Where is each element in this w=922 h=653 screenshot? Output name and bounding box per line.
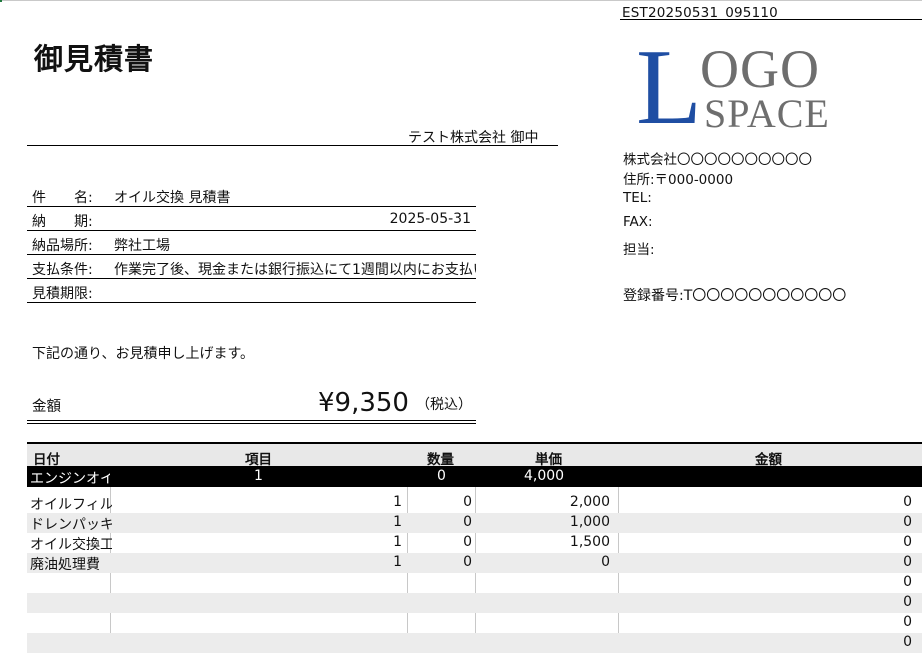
selection-corner [0,0,2,2]
cell-qty[interactable]: 1 [393,554,402,570]
amount-value: ¥9,350 [318,388,409,418]
estimate-number-underline [620,19,922,20]
place-row: 納品場所: 弊社工場 [27,234,476,255]
validity-label: 見積期限: [32,286,93,302]
header-date: 日付 [33,452,60,468]
cell-price[interactable]: 1,500 [570,534,610,550]
table-row[interactable]: 廃油処理費 1 0 0 0 [27,553,922,573]
due-label: 納 期: [32,214,93,230]
table-row[interactable]: 0 [27,573,922,593]
logo-text-space: SPACE [704,91,830,136]
company-staff: 担当: [623,242,655,258]
place-value: 弊社工場 [114,238,170,254]
cell-amount[interactable]: 0 [903,634,912,650]
cell-item[interactable]: オイルフィルター [30,494,112,514]
company-address: 住所:〒000-0000 [623,172,734,188]
cell-price[interactable]: 1,000 [570,514,610,530]
company-name: 株式会社〇〇〇〇〇〇〇〇〇〇 [623,152,812,168]
cell-qty[interactable]: 1 [393,514,402,530]
cell-qty[interactable]: 1 [393,534,402,550]
cell-unit2[interactable]: 0 [463,534,472,550]
cell-item[interactable]: エンジンオイル [30,468,110,488]
amount-label: 金額 [32,399,61,415]
company-logo: L OGO SPACE [636,34,846,142]
logo-text-ogo: OGO [700,39,820,99]
header-qty: 数量 [427,452,454,468]
cell-amount[interactable]: 0 [903,514,912,530]
logo-letter-l: L [636,28,702,147]
header-item: 項目 [245,452,272,468]
cell-item[interactable]: ドレンパッキン [30,514,112,534]
cell-price[interactable]: 2,000 [570,494,610,510]
client-name: テスト株式会社 御中 [408,130,539,146]
subject-row: 件 名: オイル交換 見積書 [27,186,476,207]
header-amount: 金額 [755,452,782,468]
place-label: 納品場所: [32,238,93,254]
registration-number: 登録番号:T〇〇〇〇〇〇〇〇〇〇〇 [623,288,847,304]
table-row[interactable]: 0 [27,633,922,653]
cell-qty[interactable]: 1 [393,494,402,510]
subject-value: オイル交換 見積書 [114,190,231,206]
cell-unit2[interactable]: 0 [463,554,472,570]
cell-amount[interactable]: 0 [903,554,912,570]
cell-amount[interactable]: 0 [903,494,912,510]
amount-double-underline [27,423,476,424]
document-title: 御見積書 [34,42,155,76]
amount-tax-note: （税込） [416,397,472,413]
cell-unit2[interactable]: 0 [463,494,472,510]
cell-amount[interactable]: 0 [903,594,912,610]
due-value: 2025-05-31 [389,211,471,227]
cell-amount[interactable]: 0 [903,614,912,630]
table-row-selected[interactable]: エンジンオイル 1 0 4,000 [27,467,922,487]
company-tel: TEL: [623,190,652,206]
amount-underline [27,420,476,421]
intro-text: 下記の通り、お見積申し上げます。 [32,346,255,362]
validity-row: 見積期限: [27,282,476,303]
payment-row: 支払条件: 作業完了後、現金または銀行振込にて1週間以内にお支払い [27,258,476,279]
cell-item[interactable]: オイル交換工賃 [30,534,112,554]
company-fax: FAX: [623,214,653,230]
client-underline [27,145,558,146]
cell-price[interactable]: 0 [601,554,610,570]
due-row: 納 期: 2025-05-31 [27,210,476,231]
subject-label: 件 名: [32,190,93,206]
cell-unit2[interactable]: 0 [463,514,472,530]
cell-amount[interactable]: 0 [903,574,912,590]
cell-amount[interactable]: 0 [903,534,912,550]
header-unit-price: 単価 [535,452,562,468]
cell-value[interactable]: 0 [437,468,446,484]
payment-value: 作業完了後、現金または銀行振込にて1週間以内にお支払い [114,262,476,278]
table-row[interactable]: オイルフィルター 1 0 2,000 0 [27,493,922,513]
table-row[interactable]: 0 [27,593,922,613]
cell-value[interactable]: 1 [254,468,263,484]
table-row[interactable]: ドレンパッキン 1 0 1,000 0 [27,513,922,533]
table-header: 日付 項目 数量 単価 金額 [27,444,922,468]
cell-value[interactable]: 4,000 [524,468,564,484]
table-row[interactable]: 0 [27,613,922,633]
sheet-top-border [0,0,922,1]
table-row[interactable]: オイル交換工賃 1 0 1,500 0 [27,533,922,553]
cell-item[interactable]: 廃油処理費 [30,554,112,574]
payment-label: 支払条件: [32,262,93,278]
